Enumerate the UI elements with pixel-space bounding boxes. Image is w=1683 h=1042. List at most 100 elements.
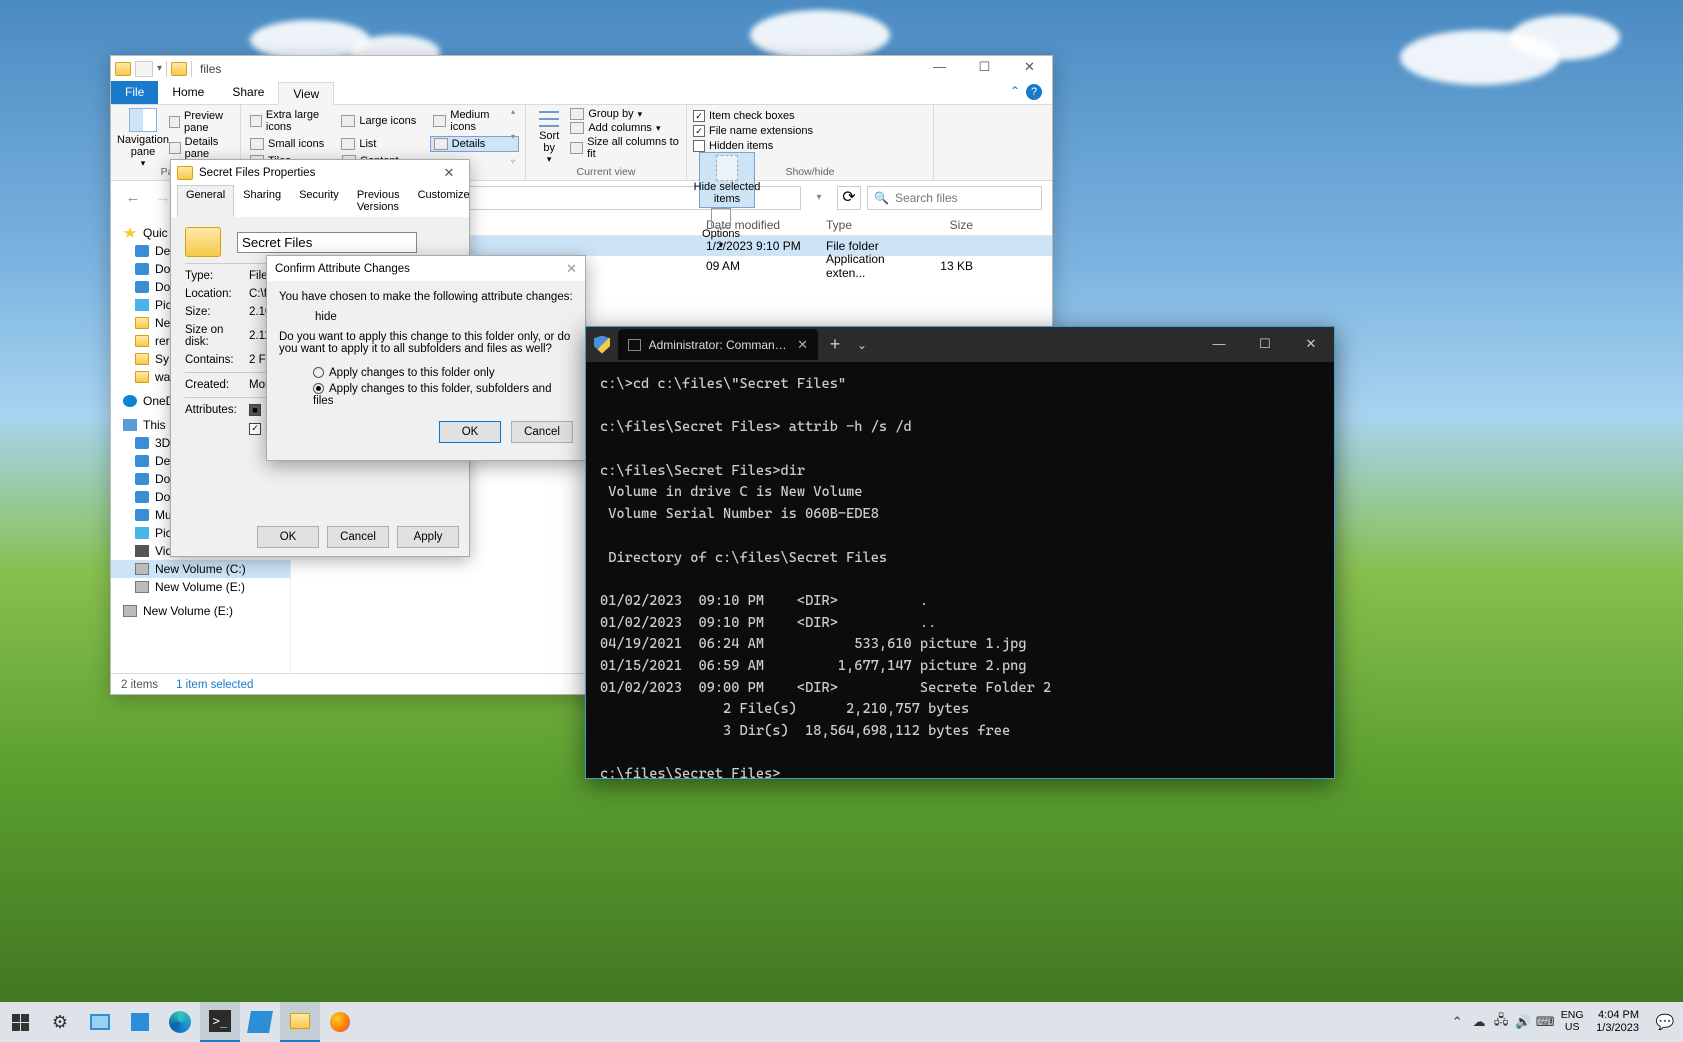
layout-list[interactable]: List (338, 136, 427, 152)
drive-icon (135, 581, 149, 593)
folder-icon (135, 353, 149, 365)
gear-icon: ⚙ (52, 1012, 68, 1033)
item-check-boxes-toggle[interactable]: ✓Item check boxes (693, 110, 927, 122)
language-indicator[interactable]: ENG US (1556, 1010, 1588, 1033)
ok-button[interactable]: OK (257, 526, 319, 548)
hide-selected-items-button[interactable]: Hide selected items (699, 152, 755, 208)
tray-volume-icon[interactable]: 🔊 (1512, 1014, 1534, 1030)
taskbar-vscode[interactable] (240, 1002, 280, 1042)
explorer-titlebar[interactable]: ▾ files — ☐ ✕ (111, 56, 1052, 81)
file-extensions-toggle[interactable]: ✓File name extensions (693, 125, 927, 137)
tab-previous-versions[interactable]: Previous Versions (348, 185, 409, 217)
cancel-button[interactable]: Cancel (511, 421, 573, 443)
folder-icon (185, 227, 221, 257)
layout-large[interactable]: Large icons (338, 108, 427, 134)
size-columns-button[interactable]: Size all columns to fit (570, 136, 680, 160)
hidden-checkbox[interactable]: ✓ (249, 423, 261, 435)
tray-chevron-icon[interactable]: ⌃ (1446, 1014, 1468, 1030)
taskbar-settings[interactable]: ⚙ (40, 1002, 80, 1042)
layout-icon (341, 115, 355, 127)
address-dropdown[interactable]: ▾ (807, 186, 831, 210)
minimize-button[interactable]: — (917, 56, 962, 81)
terminal-titlebar[interactable]: Administrator: Command Pror ✕ + ⌄ — ☐ ✕ (586, 327, 1334, 362)
terminal-tab[interactable]: Administrator: Command Pror ✕ (618, 329, 818, 360)
tab-share[interactable]: Share (218, 81, 278, 104)
ok-button[interactable]: OK (439, 421, 501, 443)
back-button[interactable]: ← (121, 186, 145, 210)
tab-close-icon[interactable]: ✕ (797, 337, 808, 353)
hidden-items-toggle[interactable]: Hidden items (693, 140, 927, 152)
taskbar-store[interactable] (120, 1002, 160, 1042)
ribbon-collapse-icon[interactable]: ⌃ (1010, 84, 1020, 101)
preview-pane-button[interactable]: Preview pane (169, 110, 234, 134)
layout-extra-large[interactable]: Extra large icons (247, 108, 336, 134)
properties-titlebar[interactable]: Secret Files Properties ✕ (171, 160, 469, 185)
confirm-attribute-dialog: Confirm Attribute Changes ✕ You have cho… (266, 255, 586, 461)
layout-small[interactable]: Small icons (247, 136, 336, 152)
clock[interactable]: 4:04 PM 1/3/2023 (1588, 1009, 1647, 1035)
qat-button[interactable] (135, 61, 153, 77)
window-title: files (200, 62, 221, 76)
folder-name-input[interactable] (237, 232, 417, 253)
column-type[interactable]: Type (826, 218, 926, 232)
star-icon (123, 227, 137, 239)
tab-general[interactable]: General (177, 185, 234, 217)
scroll-down-icon[interactable]: ▾ (511, 132, 523, 141)
search-input[interactable]: 🔍 Search files (867, 186, 1042, 210)
close-button[interactable]: ✕ (1288, 327, 1334, 362)
file-menu[interactable]: File (111, 81, 158, 104)
qat-dropdown-icon[interactable]: ▾ (157, 63, 162, 74)
taskbar-terminal[interactable]: >_ (200, 1002, 240, 1042)
apply-button[interactable]: Apply (397, 526, 459, 548)
pictures-icon (135, 527, 149, 539)
taskbar-taskview[interactable] (80, 1002, 120, 1042)
confirm-question: Do you want to apply this change to this… (279, 331, 573, 355)
close-button[interactable]: ✕ (1007, 56, 1052, 81)
close-button[interactable]: ✕ (566, 261, 577, 277)
maximize-button[interactable]: ☐ (1242, 327, 1288, 362)
expand-icon[interactable]: ▿ (511, 157, 523, 166)
cancel-button[interactable]: Cancel (327, 526, 389, 548)
tab-customize[interactable]: Customize (409, 185, 479, 217)
layout-medium[interactable]: Medium icons (430, 108, 519, 134)
details-pane-icon (169, 142, 181, 154)
column-size[interactable]: Size (926, 218, 981, 232)
scroll-up-icon[interactable]: ▴ (511, 107, 523, 116)
chevron-down-icon: ▾ (547, 154, 552, 165)
radio-folder-only[interactable]: Apply changes to this folder only (313, 367, 573, 379)
help-icon[interactable]: ? (1026, 84, 1042, 100)
radio-folder-subfolders[interactable]: Apply changes to this folder, subfolders… (313, 383, 573, 407)
read-only-checkbox[interactable]: ■ (249, 404, 261, 416)
confirm-titlebar[interactable]: Confirm Attribute Changes ✕ (267, 256, 585, 281)
layout-details[interactable]: Details (430, 136, 519, 152)
tray-network-icon[interactable]: 🖧 (1490, 1011, 1512, 1033)
close-button[interactable]: ✕ (435, 165, 463, 181)
taskbar-edge[interactable] (160, 1002, 200, 1042)
taskview-icon (90, 1014, 110, 1030)
store-icon (131, 1013, 149, 1031)
group-by-button[interactable]: Group by▾ (570, 108, 642, 120)
tab-home[interactable]: Home (158, 81, 218, 104)
new-tab-button[interactable]: + (818, 334, 852, 355)
start-button[interactable] (0, 1002, 40, 1042)
confirm-change: hide (279, 303, 573, 331)
maximize-button[interactable]: ☐ (962, 56, 1007, 81)
add-columns-button[interactable]: Add columns▾ (570, 122, 660, 134)
options-button[interactable]: Options ▾ (699, 208, 743, 251)
taskbar-firefox[interactable] (320, 1002, 360, 1042)
tray-onedrive-icon[interactable]: ☁ (1468, 1014, 1490, 1030)
navigation-pane-button[interactable]: Navigation pane ▾ (117, 108, 169, 169)
tab-security[interactable]: Security (290, 185, 348, 217)
tab-sharing[interactable]: Sharing (234, 185, 290, 217)
details-pane-button[interactable]: Details pane (169, 136, 234, 160)
folder-icon (135, 491, 149, 503)
notification-center-icon[interactable]: 💬 (1647, 1013, 1683, 1031)
minimize-button[interactable]: — (1196, 327, 1242, 362)
tab-view[interactable]: View (278, 82, 334, 105)
refresh-button[interactable]: ⟳ (837, 186, 861, 210)
terminal-output[interactable]: c:\>cd c:\files\"Secret Files" c:\files\… (586, 362, 1334, 798)
tab-dropdown-icon[interactable]: ⌄ (852, 338, 872, 352)
radio-icon (313, 367, 324, 378)
tray-keyboard-icon[interactable]: ⌨ (1534, 1014, 1556, 1030)
taskbar-explorer[interactable] (280, 1002, 320, 1042)
